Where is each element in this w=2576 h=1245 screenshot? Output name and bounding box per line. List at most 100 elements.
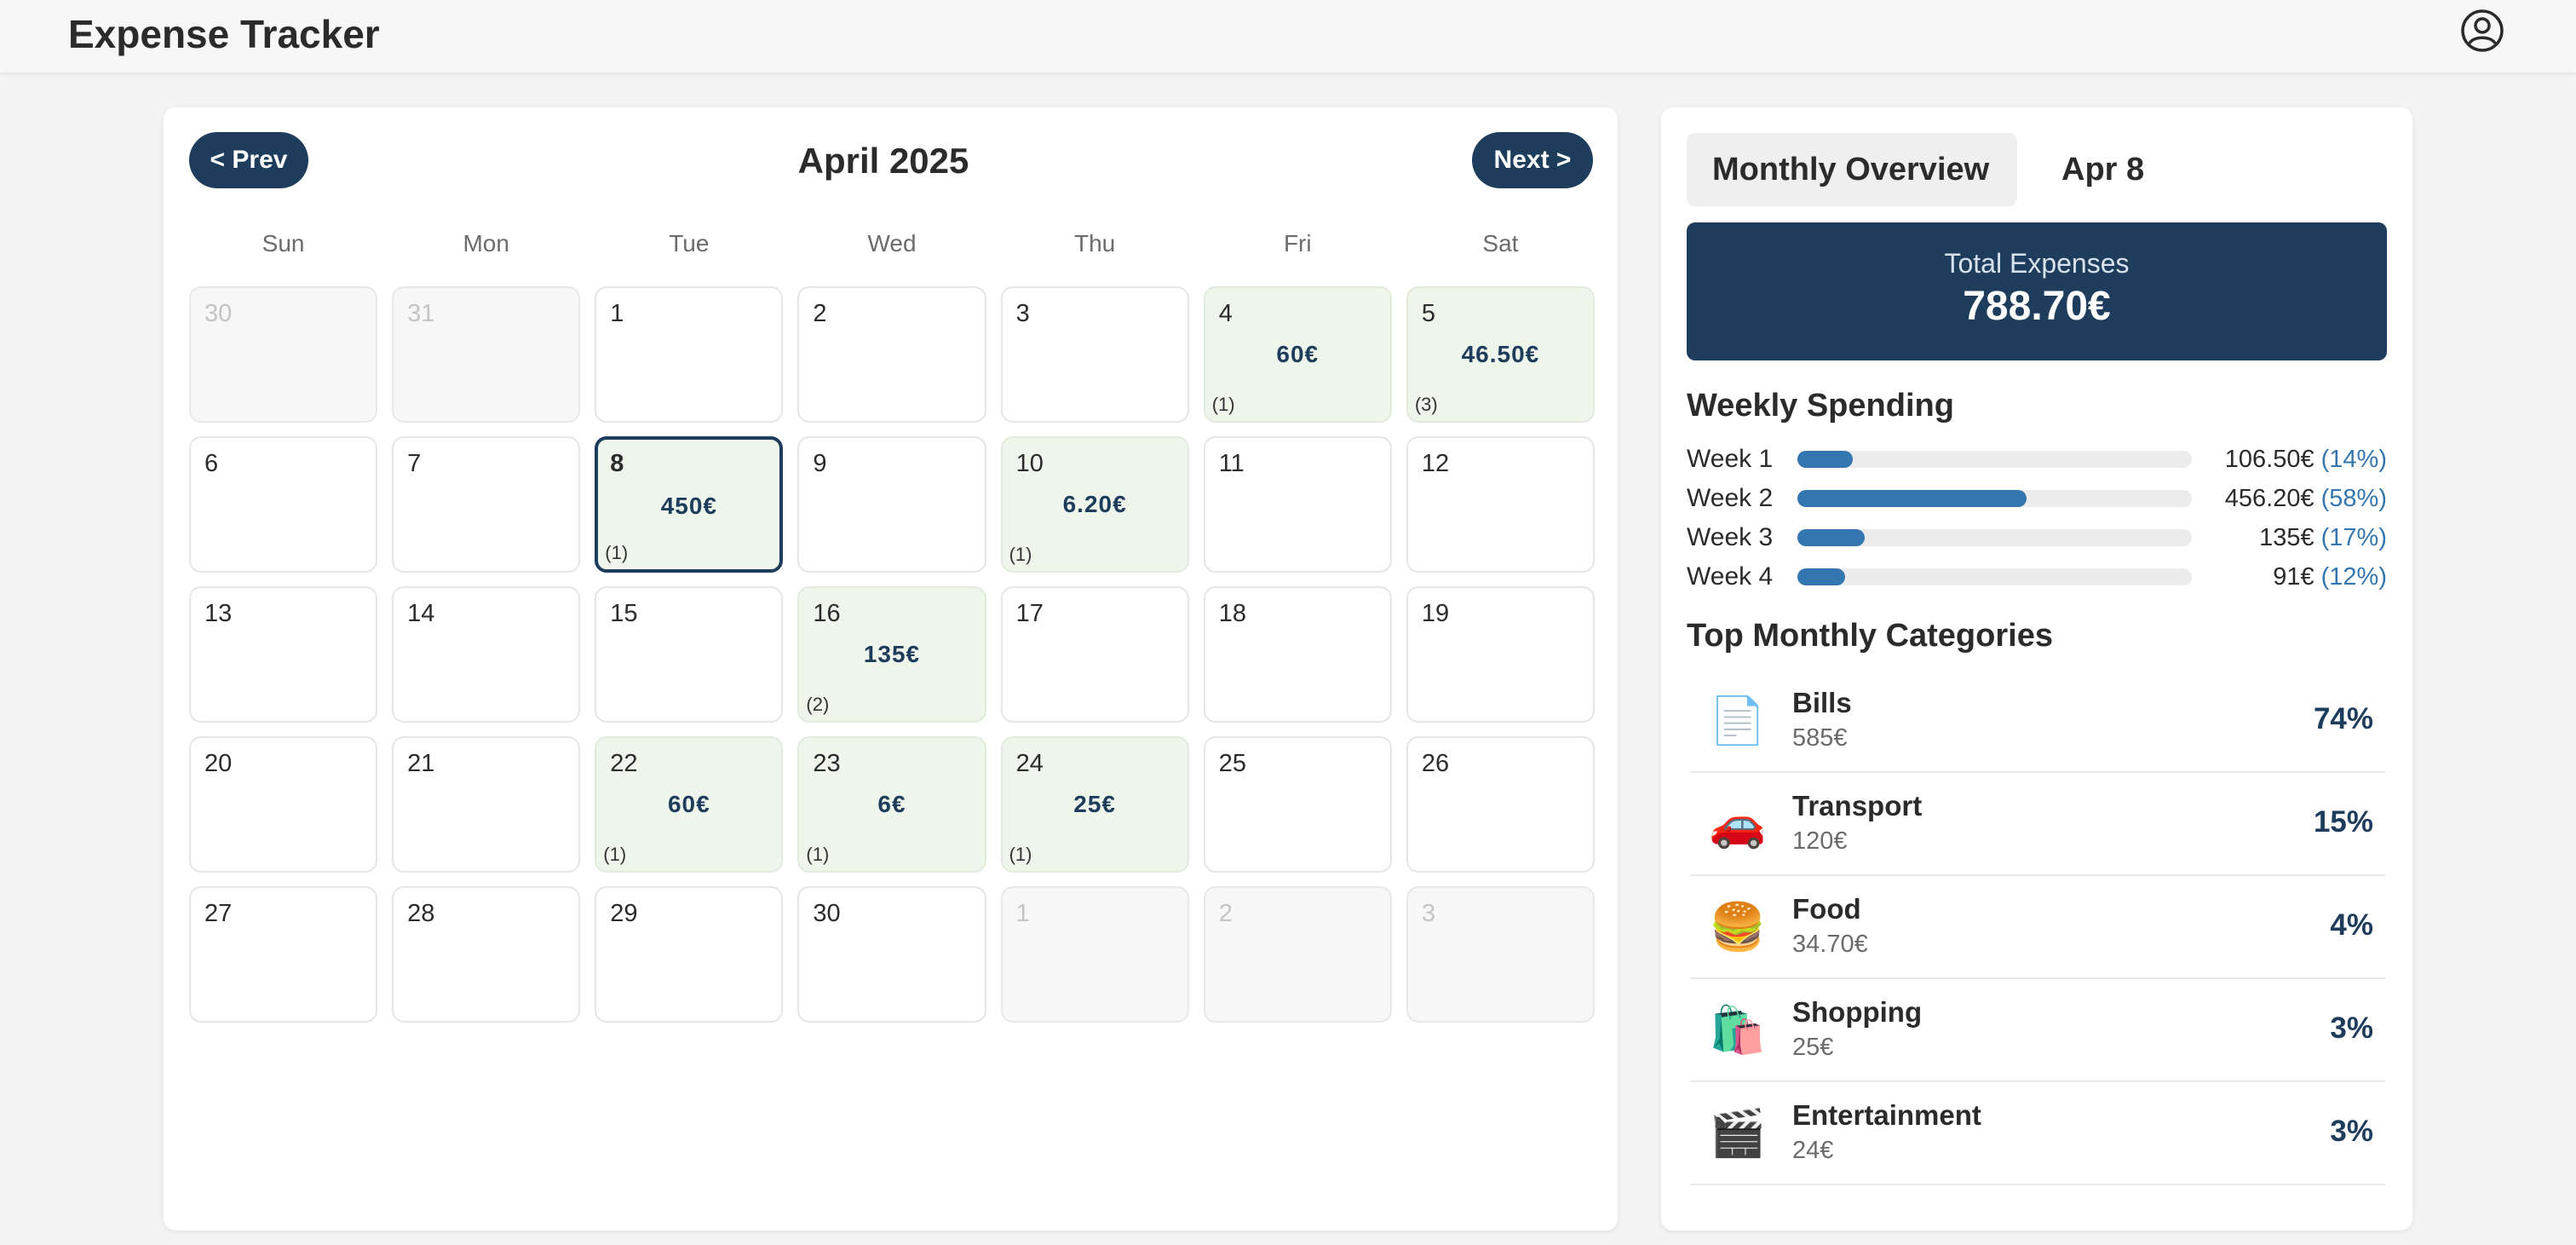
- total-expenses-card: Total Expenses 788.70€: [1687, 222, 2387, 360]
- calendar-day[interactable]: 1: [595, 286, 784, 423]
- shopping-bags-icon: 🛍️: [1709, 1005, 1767, 1056]
- calendar-day[interactable]: 9: [797, 436, 986, 573]
- weekday-label: Wed: [867, 230, 917, 256]
- document-icon: 📄: [1709, 695, 1767, 746]
- day-number: 7: [407, 450, 422, 477]
- category-percent: 3%: [2330, 1012, 2373, 1045]
- day-number: 25: [1218, 750, 1246, 777]
- calendar-day[interactable]: 11: [1203, 436, 1392, 573]
- day-number: 1: [610, 300, 624, 327]
- day-expense-count: (1): [1009, 844, 1032, 865]
- calendar-day[interactable]: 3: [1406, 886, 1595, 1023]
- category-row[interactable]: 🎬 Entertainment 24€ 3%: [1690, 1082, 2385, 1185]
- category-amount: 34.70€: [1792, 931, 1868, 958]
- calendar-day[interactable]: 4 60€ (1): [1203, 286, 1392, 423]
- category-name: Food: [1792, 893, 1861, 925]
- week-progress-fill: [1797, 451, 1853, 468]
- overview-panel: Monthly Overview Apr 8 Total Expenses 78…: [1661, 107, 2412, 1231]
- tab-selected-day[interactable]: Apr 8: [2036, 133, 2170, 206]
- calendar-day[interactable]: 10 6.20€ (1): [1000, 436, 1189, 573]
- category-row[interactable]: 🍔 Food 34.70€ 4%: [1690, 876, 2385, 979]
- top-categories-title: Top Monthly Categories: [1687, 618, 2053, 654]
- weekday-label: Fri: [1283, 230, 1312, 256]
- calendar-panel: < Prev April 2025 Next > Sun Mon Tue Wed Thu…: [164, 107, 1618, 1231]
- category-row[interactable]: 🚗 Transport 120€ 15%: [1690, 773, 2385, 876]
- calendar-day[interactable]: 28: [392, 886, 581, 1023]
- week-label: Week 1: [1687, 445, 1774, 473]
- calendar-day[interactable]: 24 25€ (1): [1000, 736, 1189, 873]
- tab-monthly-overview[interactable]: Monthly Overview: [1687, 133, 2017, 206]
- calendar-day[interactable]: 26: [1406, 736, 1595, 873]
- prev-month-button[interactable]: < Prev: [189, 132, 308, 188]
- category-name: Transport: [1792, 790, 1923, 821]
- day-number: 26: [1421, 750, 1450, 777]
- calendar-day[interactable]: 30: [797, 886, 986, 1023]
- day-total-amount: 135€: [863, 641, 921, 667]
- calendar-day[interactable]: 12: [1406, 436, 1595, 573]
- calendar-day[interactable]: 18: [1203, 586, 1392, 723]
- calendar-day[interactable]: 29: [595, 886, 784, 1023]
- day-number: 20: [204, 750, 233, 777]
- day-number: 5: [1421, 300, 1435, 327]
- day-number: 14: [407, 600, 435, 627]
- calendar-day[interactable]: 25: [1203, 736, 1392, 873]
- day-number: 4: [1218, 300, 1233, 327]
- day-number: 28: [407, 900, 435, 927]
- calendar-day[interactable]: 13: [189, 586, 378, 723]
- calendar-day[interactable]: 17: [1000, 586, 1189, 723]
- week-row: Week 2 456.20€ (58%): [1687, 481, 2387, 516]
- weekday-label: Sat: [1482, 230, 1519, 256]
- weekly-spending-title: Weekly Spending: [1687, 388, 1954, 424]
- calendar-day[interactable]: 1: [1000, 886, 1189, 1023]
- weekday-label: Mon: [463, 230, 509, 256]
- calendar-day[interactable]: 23 6€ (1): [797, 736, 986, 873]
- week-amount-value: 106.50€: [2224, 445, 2314, 473]
- day-number: 24: [1015, 750, 1044, 777]
- day-expense-count: (1): [605, 542, 629, 563]
- day-number: 30: [813, 900, 841, 927]
- category-amount: 25€: [1792, 1034, 1834, 1061]
- week-progress-bar: [1797, 490, 2192, 507]
- top-bar: Expense Tracker: [0, 0, 2576, 72]
- week-progress-fill: [1797, 490, 2027, 507]
- day-total-amount: 60€: [667, 791, 710, 817]
- week-row: Week 3 135€ (17%): [1687, 521, 2387, 555]
- calendar-day[interactable]: 2: [797, 286, 986, 423]
- week-amount-value: 91€: [2273, 562, 2314, 591]
- calendar-day[interactable]: 2: [1203, 886, 1392, 1023]
- calendar-day[interactable]: 14: [392, 586, 581, 723]
- calendar-day[interactable]: 20: [189, 736, 378, 873]
- calendar-day[interactable]: 6: [189, 436, 378, 573]
- user-circle-icon[interactable]: [2460, 9, 2504, 53]
- day-number: 11: [1218, 450, 1245, 477]
- day-expense-count: (1): [603, 844, 627, 865]
- category-row[interactable]: 🛍️ Shopping 25€ 3%: [1690, 979, 2385, 1082]
- calendar-day[interactable]: 22 60€ (1): [595, 736, 784, 873]
- total-expenses-value: 788.70€: [1963, 284, 2111, 329]
- day-expense-count: (1): [1009, 544, 1032, 565]
- calendar-day[interactable]: 3: [1000, 286, 1189, 423]
- day-number: 29: [610, 900, 638, 927]
- category-row[interactable]: 📄 Bills 585€ 74%: [1690, 670, 2385, 773]
- calendar-day[interactable]: 15: [595, 586, 784, 723]
- calendar-day[interactable]: 19: [1406, 586, 1595, 723]
- week-percent: (14%): [2320, 445, 2387, 473]
- calendar-day[interactable]: 16 135€ (2): [797, 586, 986, 723]
- calendar-day[interactable]: 27: [189, 886, 378, 1023]
- calendar-day-selected[interactable]: 8 450€ (1): [595, 436, 784, 573]
- calendar-day[interactable]: 31: [392, 286, 581, 423]
- day-number: 2: [1218, 900, 1233, 927]
- next-month-button[interactable]: Next >: [1472, 132, 1593, 188]
- category-name: Entertainment: [1792, 1099, 1981, 1131]
- calendar-day[interactable]: 30: [189, 286, 378, 423]
- day-number: 17: [1015, 600, 1044, 627]
- calendar-day[interactable]: 5 46.50€ (3): [1406, 286, 1595, 423]
- day-number: 21: [407, 750, 435, 777]
- week-progress-bar: [1797, 451, 2192, 468]
- total-expenses-label: Total Expenses: [1944, 248, 2130, 279]
- category-percent: 4%: [2330, 908, 2373, 942]
- calendar-day[interactable]: 7: [392, 436, 581, 573]
- calendar-day[interactable]: 21: [392, 736, 581, 873]
- day-number: 2: [813, 300, 827, 327]
- day-total-amount: 6.20€: [1062, 491, 1127, 517]
